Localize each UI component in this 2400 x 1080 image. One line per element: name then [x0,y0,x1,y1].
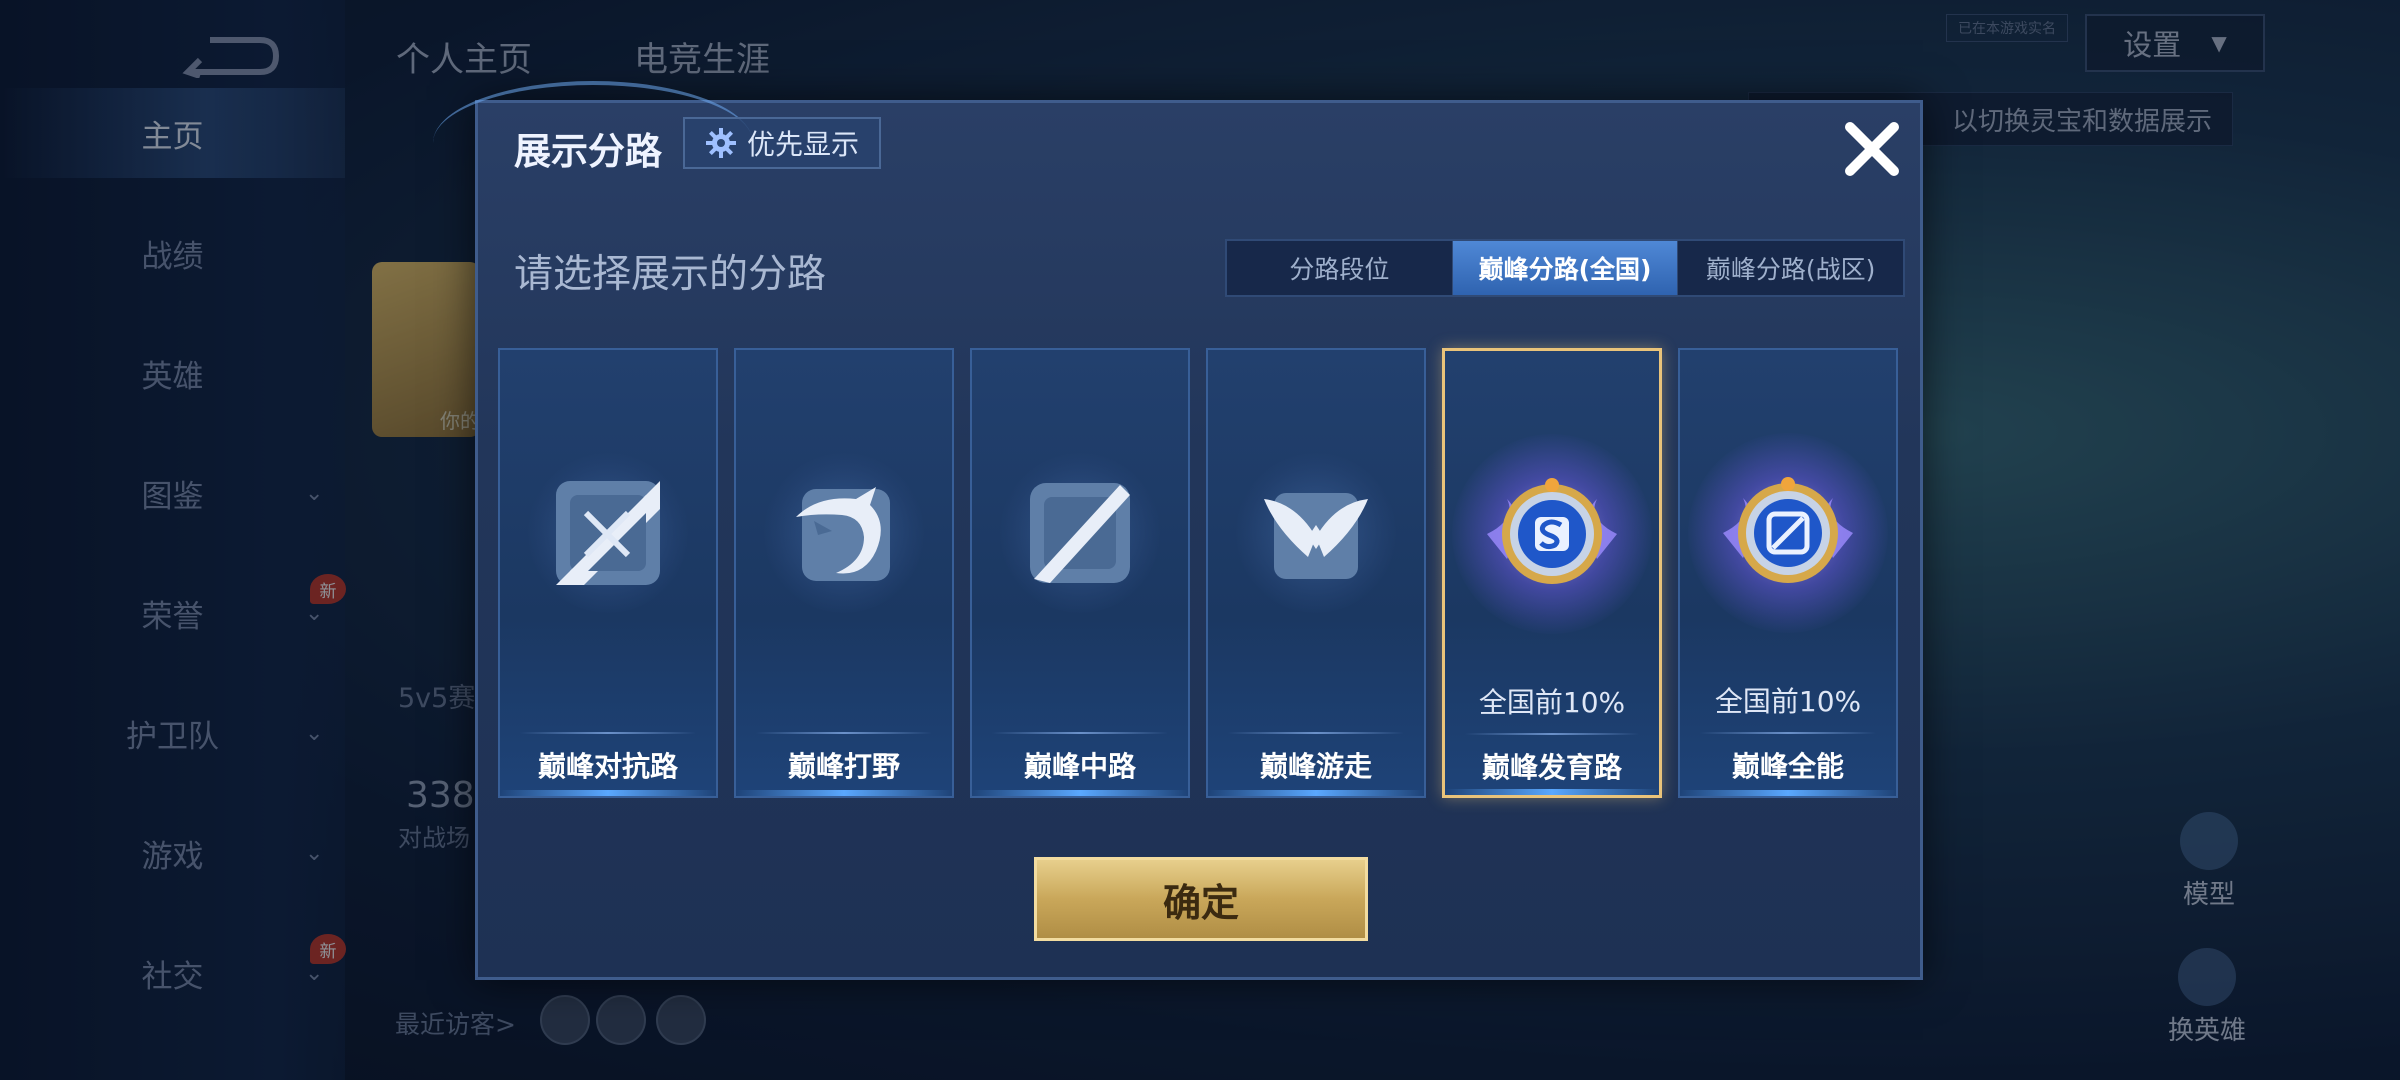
card-glow [1208,790,1424,796]
card-glow [1445,789,1659,795]
lane-label: 巅峰发育路 [1481,751,1622,784]
card-glow [1680,790,1896,796]
rank-text: 全国前10% [1478,686,1626,719]
roam-wings-icon [1236,453,1396,613]
divider [520,732,696,734]
lane-label: 巅峰对抗路 [537,750,678,783]
lane-card[interactable]: 全国前10% 巅峰全能 [1678,348,1898,798]
rank-text: 全国前10% [1714,685,1862,718]
lane-card-list: 巅峰对抗路 巅峰打野 巅峰中路 巅峰游走 全国前10% 巅峰发育路 全国前10%… [498,348,1908,798]
lane-card[interactable]: 巅峰游走 [1206,348,1426,798]
lane-label: 巅峰全能 [1731,750,1844,783]
mid-lane-icon [1000,453,1160,613]
jungle-dragon-icon [764,453,924,613]
lane-label: 巅峰游走 [1259,750,1372,783]
divider [992,732,1168,734]
divider [756,732,932,734]
lane-label: 巅峰中路 [1023,750,1136,783]
segment-peak-region[interactable]: 巅峰分路(战区) [1678,241,1903,295]
priority-label: 优先显示 [746,128,859,161]
divider [1700,732,1876,734]
lane-card[interactable]: 巅峰对抗路 [498,348,718,798]
close-icon[interactable] [1838,115,1906,183]
segment-peak-national[interactable]: 巅峰分路(全国) [1452,241,1679,295]
divider [1228,732,1404,734]
divider [1465,733,1639,735]
farm-lane-badge-icon [1452,434,1652,634]
lane-card-selected[interactable]: 全国前10% 巅峰发育路 [1442,348,1662,798]
lane-type-segmented-control: 分路段位 巅峰分路(全国) 巅峰分路(战区) [1225,239,1905,297]
card-glow [972,790,1188,796]
priority-display-button[interactable]: 优先显示 [683,117,881,169]
lane-card[interactable]: 巅峰打野 [734,348,954,798]
segment-lane-rank[interactable]: 分路段位 [1227,241,1453,295]
lane-card[interactable]: 巅峰中路 [970,348,1190,798]
confirm-button[interactable]: 确定 [1034,857,1368,941]
dialog-subtitle: 请选择展示的分路 [514,252,827,297]
gear-icon [705,128,736,158]
all-round-badge-icon [1688,433,1888,633]
card-glow [736,790,952,796]
dialog-title: 展示分路 [514,130,662,173]
lane-label: 巅峰打野 [787,750,900,783]
card-glow [500,790,716,796]
display-lane-dialog: 展示分路 优先显示 请选择展示的分路 分路段位 巅峰分路(全国) 巅峰分路(战区… [433,81,1923,980]
clash-lane-icon [528,453,688,613]
